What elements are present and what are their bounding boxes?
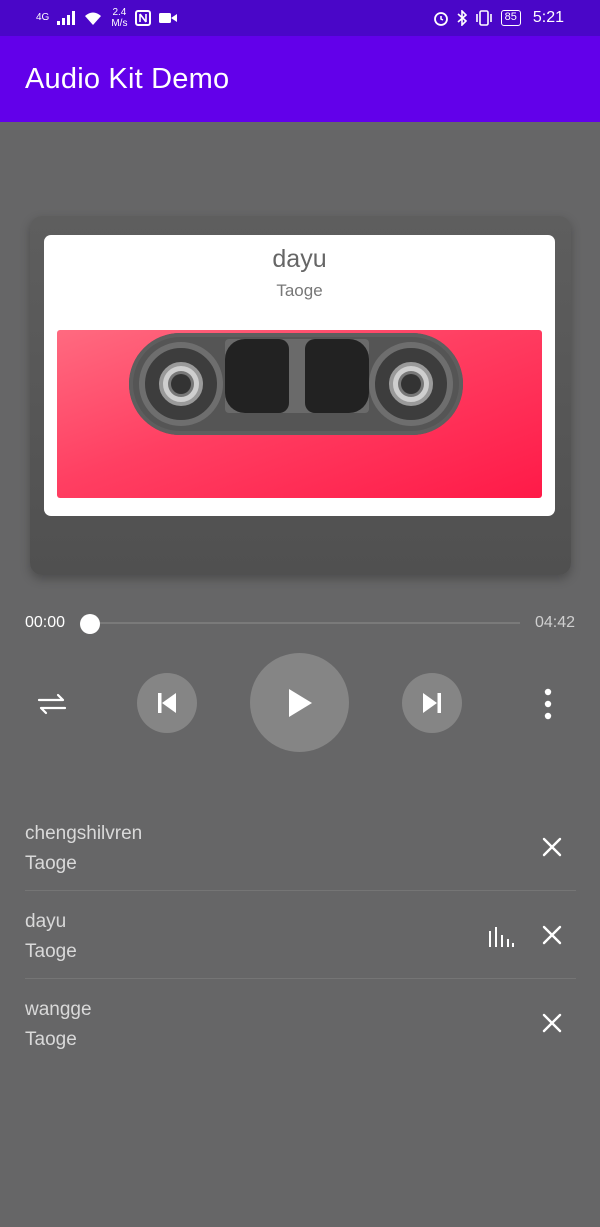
tape-spool-window [225, 339, 369, 413]
reel-hub-right [389, 362, 433, 406]
app-title: Audio Kit Demo [25, 62, 230, 95]
previous-button[interactable] [137, 673, 197, 733]
seek-thumb[interactable] [80, 614, 100, 634]
reel-right [369, 342, 453, 426]
bluetooth-icon [457, 10, 467, 26]
cassette-player-card: dayu Taoge [30, 216, 571, 575]
repeat-list-icon [37, 693, 67, 715]
tape-roll-left [225, 339, 289, 413]
skip-previous-icon [158, 693, 176, 713]
speed-value: 2.4 [112, 7, 127, 18]
playlist-item[interactable]: chengshilvren Taoge [25, 803, 576, 891]
seek-bar[interactable] [88, 622, 520, 624]
network-type: 4G [36, 12, 50, 23]
play-icon [288, 688, 312, 717]
nfc-icon [135, 10, 152, 26]
battery-icon: 85 [500, 10, 521, 26]
playlist-item-artist: Taoge [25, 1029, 77, 1050]
network-speed: 2.4 M/s [111, 7, 127, 29]
remove-icon[interactable] [540, 923, 564, 947]
cassette-label: dayu Taoge [44, 235, 555, 516]
playlist: chengshilvren Taoge dayu Taoge wangge Ta… [25, 803, 576, 1067]
vibrate-icon [475, 10, 492, 26]
skip-next-icon [423, 693, 441, 713]
status-bar: 4G 2.4 M/s 85 5:21 [0, 0, 600, 36]
now-playing-title: dayu [272, 245, 327, 273]
playlist-item-title: dayu [25, 911, 67, 932]
play-button[interactable] [250, 653, 349, 752]
remove-icon[interactable] [540, 835, 564, 859]
playlist-item[interactable]: wangge Taoge [25, 979, 576, 1067]
video-icon [159, 13, 178, 23]
equalizer-icon [489, 927, 514, 947]
cassette-window [129, 333, 463, 435]
cassette-tape-band [57, 330, 542, 498]
tape-roll-right [305, 339, 369, 413]
status-left: 4G 2.4 M/s [36, 7, 178, 29]
now-playing-artist: Taoge [276, 281, 323, 300]
reel-hub-left [159, 362, 203, 406]
playlist-item[interactable]: dayu Taoge [25, 891, 576, 979]
more-vertical-icon [544, 688, 552, 720]
next-button[interactable] [402, 673, 462, 733]
remove-icon[interactable] [540, 1011, 564, 1035]
total-time: 04:42 [534, 614, 575, 631]
reel-left [139, 342, 223, 426]
status-time: 5:21 [532, 9, 564, 26]
status-right: 85 5:21 [433, 9, 564, 27]
playlist-item-title: wangge [25, 999, 92, 1020]
app-bar: Audio Kit Demo [0, 36, 600, 122]
alarm-icon [433, 12, 448, 26]
speed-unit: M/s [111, 18, 128, 29]
playlist-item-artist: Taoge [25, 853, 77, 874]
current-time: 00:00 [25, 614, 66, 631]
playlist-item-title: chengshilvren [25, 823, 143, 844]
playlist-item-artist: Taoge [25, 941, 77, 962]
wifi-icon [85, 12, 102, 25]
signal-icon [57, 11, 76, 25]
more-options-button[interactable] [533, 683, 563, 725]
play-mode-button[interactable] [30, 684, 74, 724]
